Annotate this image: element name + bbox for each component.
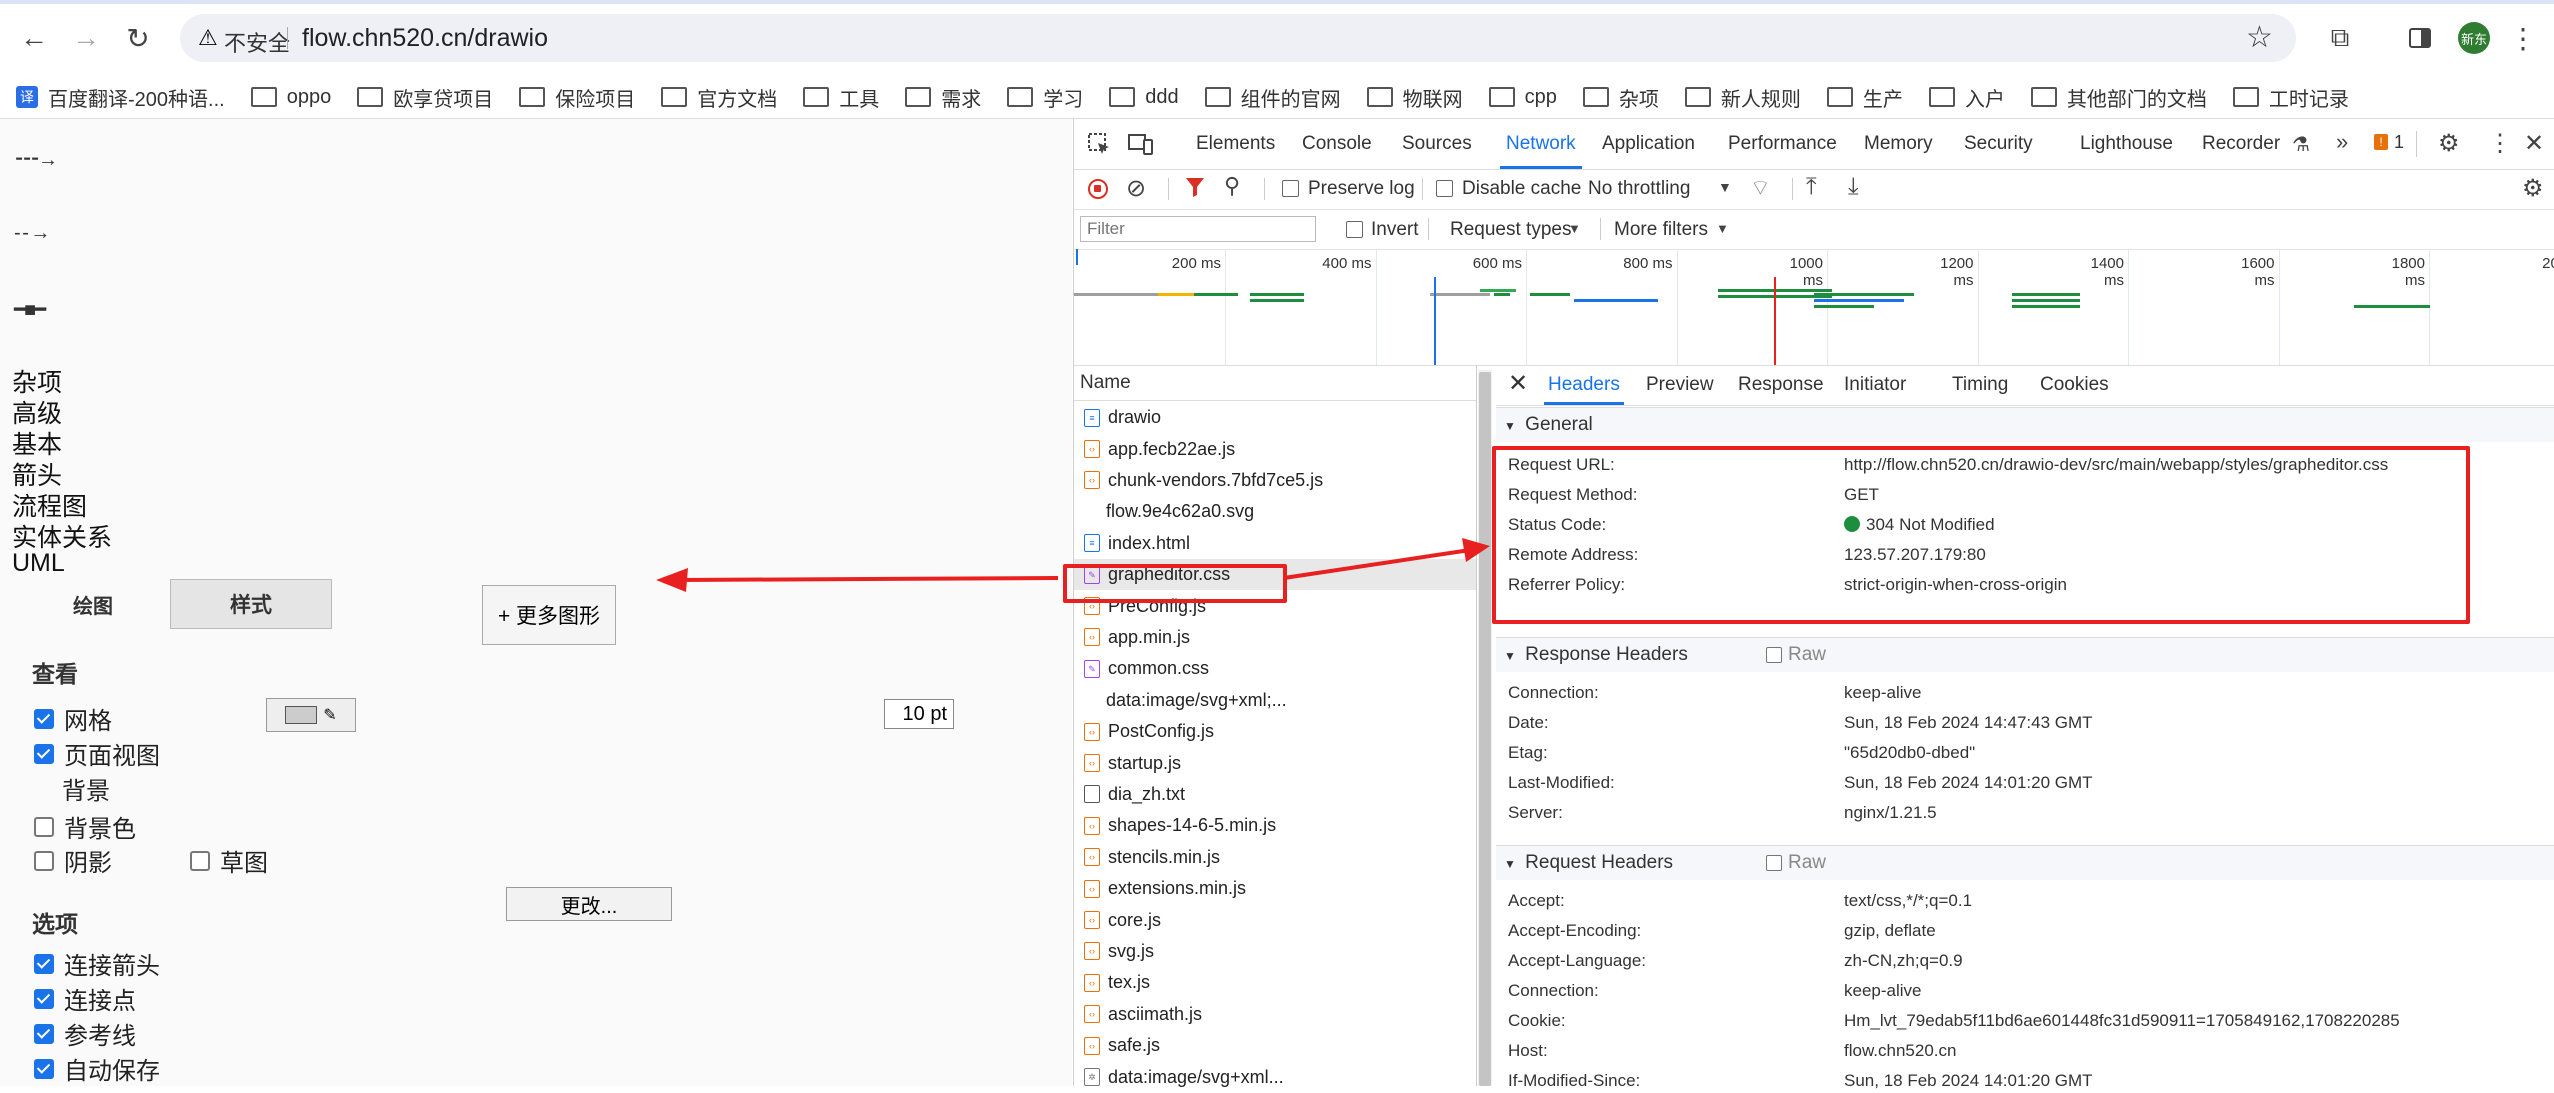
annotation-arrow-right bbox=[1284, 550, 1470, 578]
annotation-arrow-left bbox=[680, 578, 1058, 580]
annotation-arrowhead-right bbox=[1462, 538, 1490, 562]
annotation-arrows bbox=[0, 0, 2554, 1086]
annotation-arrowhead-left bbox=[656, 568, 688, 592]
